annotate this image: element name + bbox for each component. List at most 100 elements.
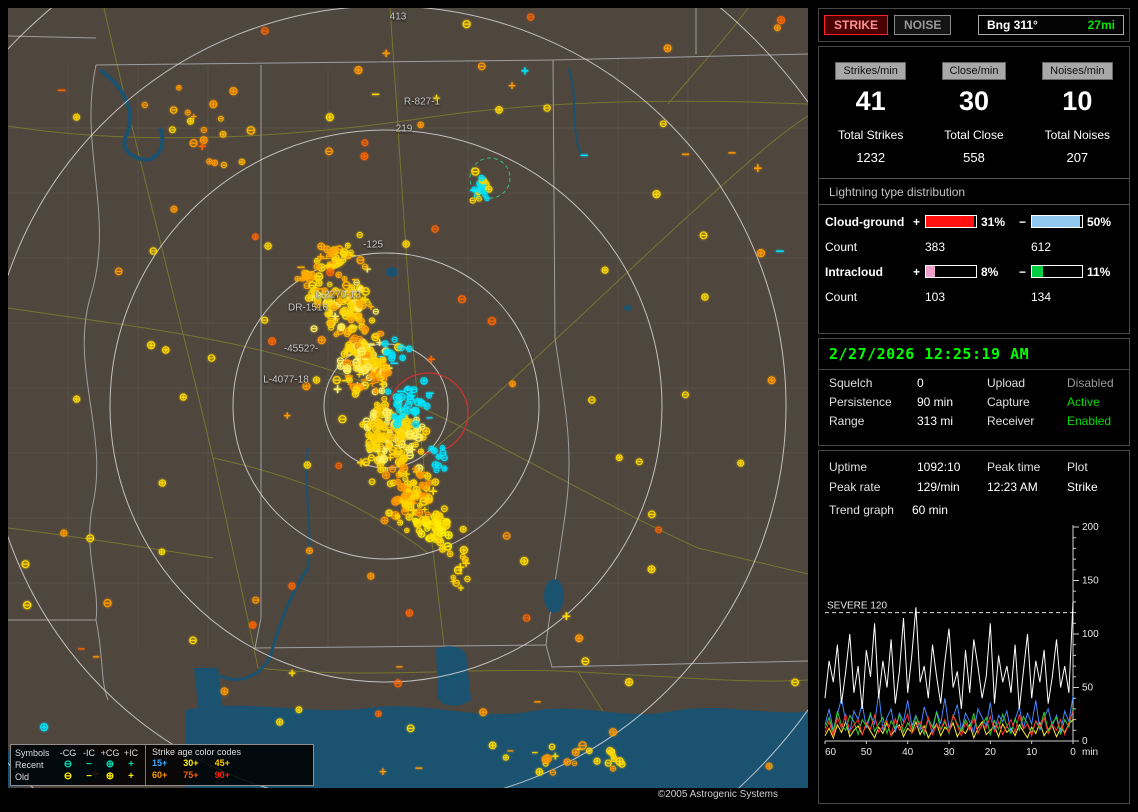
legend-col-header: -IC — [79, 749, 99, 758]
plus-count: 103 — [925, 290, 981, 304]
stat-column-2: Noises/min10Total Noises207 — [1026, 61, 1129, 165]
distribution-count-row: Count103134 — [825, 284, 1123, 309]
status-cell: 12:23 AM — [987, 480, 1067, 494]
stat-total-value: 558 — [922, 150, 1025, 165]
stat-chip: Strikes/min — [835, 62, 905, 80]
y-axis-tick-label: 50 — [1082, 683, 1094, 694]
setting-cell: Upload — [987, 376, 1067, 390]
y-axis-tick-label: 100 — [1082, 629, 1099, 640]
status-table: Uptime1092:10Peak timePlotPeak rate129/m… — [819, 451, 1129, 494]
bearing-readout: Bng 311° 27mi — [978, 15, 1124, 35]
stat-rate: 41 — [819, 86, 922, 117]
distribution-bar — [1031, 265, 1083, 278]
distribution-table: Cloud-ground+31%−50%Count383612Intraclou… — [819, 205, 1129, 313]
stat-chip-wrap: Close/min — [922, 61, 1025, 80]
distribution-type-label: Cloud-ground — [825, 215, 913, 229]
x-axis-tick-label: 40 — [902, 747, 914, 758]
side-panel: STRIKE NOISE Bng 311° 27mi Strikes/min 41… — [818, 0, 1130, 812]
legend-symbol: ⊕ — [99, 772, 121, 782]
distribution-type-label: Intracloud — [825, 265, 913, 279]
age-code: 45+ — [215, 758, 230, 768]
distribution-title: Lightning type distribution — [819, 179, 1129, 205]
x-axis-tick-label: 30 — [943, 747, 955, 758]
stat-chip: Close/min — [942, 62, 1007, 80]
x-axis-unit: min — [1082, 747, 1098, 758]
status-cell: Uptime — [829, 460, 917, 474]
legend-symbol: ⊖ — [57, 760, 79, 770]
x-axis-tick-label: 20 — [985, 747, 997, 758]
trend-graph-container: 0501001502006050403020100minSEVERE 120 — [823, 521, 1129, 778]
legend-title: Symbols — [15, 748, 57, 758]
legend-header-row: Symbols-CG-IC+CG+IC — [15, 747, 141, 759]
stat-chip: Noises/min — [1042, 62, 1112, 80]
setting-cell: 90 min — [917, 395, 987, 409]
age-legend: Strike age color codes15+30+45+60+75+90+ — [146, 745, 313, 785]
legend-row-label: Recent — [15, 760, 57, 770]
symbols-legend: Symbols-CG-IC+CG+ICRecent⊖−⊕+Old⊖−⊕+ — [11, 745, 146, 785]
age-code: 90+ — [215, 770, 230, 780]
age-code: 60+ — [152, 770, 167, 780]
datetime-panel: 2/27/2026 12:25:19 AM Squelch0UploadDisa… — [818, 338, 1130, 446]
strike-mode-button[interactable]: STRIKE — [824, 15, 888, 35]
map-base — [8, 8, 808, 788]
plus-sign: + — [913, 215, 925, 229]
statistics-panel: Strikes/min41Total Strikes1232Close/min3… — [818, 46, 1130, 334]
stat-column-1: Close/min30Total Close558 — [922, 61, 1025, 165]
noise-mode-button[interactable]: NOISE — [894, 15, 951, 35]
x-axis-tick-label: 10 — [1026, 747, 1038, 758]
setting-cell: Disabled — [1067, 376, 1119, 390]
status-cell: 129/min — [917, 480, 987, 494]
age-code: 15+ — [152, 758, 167, 768]
legend-symbol: ⊖ — [57, 772, 79, 782]
setting-cell: Capture — [987, 395, 1067, 409]
status-cell: Strike — [1067, 480, 1119, 494]
plus-count: 383 — [925, 240, 981, 254]
count-label: Count — [825, 290, 913, 304]
stat-column-0: Strikes/min41Total Strikes1232 — [819, 61, 922, 165]
setting-cell: 313 mi — [917, 414, 987, 428]
mode-toolbar: STRIKE NOISE Bng 311° 27mi — [818, 8, 1130, 42]
status-panel: Uptime1092:10Peak timePlotPeak rate129/m… — [818, 450, 1130, 804]
minus-percent: 50% — [1087, 215, 1123, 229]
x-axis-tick-label: 50 — [861, 747, 873, 758]
age-code: 75+ — [183, 770, 198, 780]
legend-col-header: +CG — [99, 749, 121, 758]
bearing-distance: 27mi — [1088, 18, 1115, 32]
distribution-bar — [925, 265, 977, 278]
legend-symbol-row: Recent⊖−⊕+ — [15, 759, 141, 771]
setting-cell: 0 — [917, 376, 987, 390]
rate-stats: Strikes/min41Total Strikes1232Close/min3… — [819, 47, 1129, 165]
setting-cell: Squelch — [829, 376, 917, 390]
age-code-row: 60+ 75+ 90+ — [152, 769, 307, 781]
legend-col-header: -CG — [57, 749, 79, 758]
legend-symbol: + — [121, 760, 141, 770]
x-axis-tick-label: 60 — [825, 747, 837, 758]
minus-sign: − — [1019, 265, 1031, 279]
trend-series-strikes — [825, 602, 1073, 709]
y-axis-tick-label: 150 — [1082, 576, 1099, 587]
setting-cell: Persistence — [829, 395, 917, 409]
distribution-bar — [925, 215, 977, 228]
age-code-row: 15+30+45+ — [152, 757, 307, 769]
trend-graph: 0501001502006050403020100minSEVERE 120 — [823, 521, 1123, 773]
distribution-row: Cloud-ground+31%−50% — [825, 209, 1123, 234]
setting-cell: Active — [1067, 395, 1119, 409]
trend-window: 60 min — [912, 503, 948, 517]
y-axis-tick-label: 200 — [1082, 522, 1099, 533]
trend-series-close — [825, 711, 1073, 736]
legend-symbol: − — [79, 772, 99, 782]
plus-percent: 8% — [981, 265, 1019, 279]
distribution-bar — [1031, 215, 1083, 228]
stat-total-label: Total Close — [922, 128, 1025, 142]
trend-graph-header: Trend graph 60 min — [819, 494, 1129, 519]
y-axis-tick-label: 0 — [1082, 736, 1088, 747]
stat-total-label: Total Noises — [1026, 128, 1129, 142]
legend-symbol: − — [79, 760, 99, 770]
legend-symbol: ⊕ — [99, 760, 121, 770]
legend-row-label: Old — [15, 772, 57, 782]
trend-label: Trend graph — [829, 503, 894, 517]
status-cell: 1092:10 — [917, 460, 987, 474]
lightning-map[interactable]: ⊕⊕+⊖⊖+⊕⊕⊖⊖⊕+⊖⊕⊕⊕⊕⊕⊖−⊕+⊕⊕⊖⊕⊕⊕⊖⊕⊖+⊖+⊖⊕⊕⊖⊖⊕… — [8, 8, 808, 788]
stat-total-label: Total Strikes — [819, 128, 922, 142]
status-cell: Plot — [1067, 460, 1119, 474]
